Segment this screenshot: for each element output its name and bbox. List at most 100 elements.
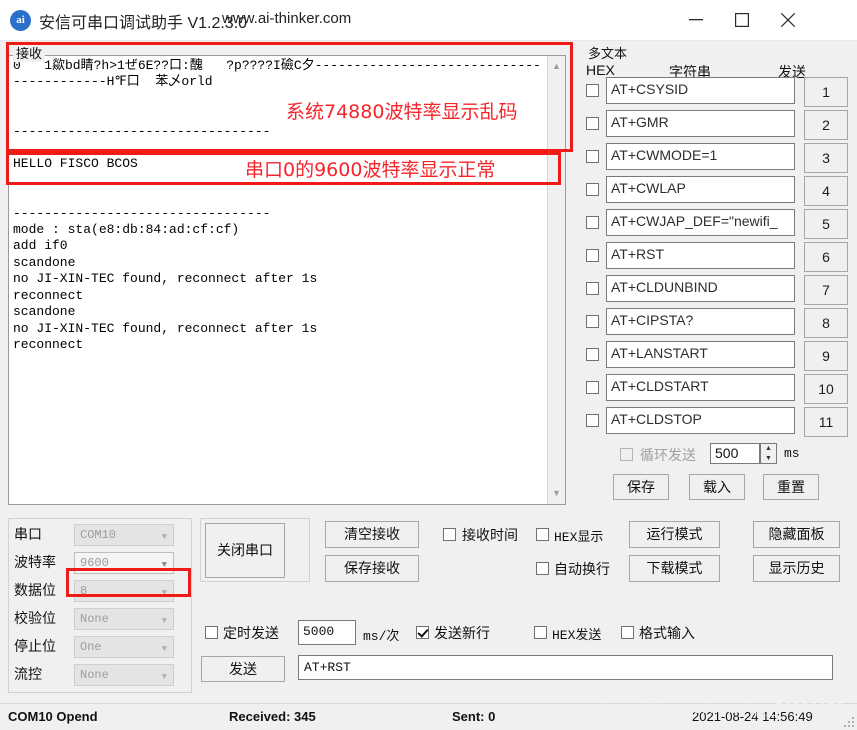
loop-send-label: 循环发送 bbox=[640, 447, 696, 463]
maximize-icon bbox=[735, 13, 749, 27]
hide-panel-button[interactable]: 隐藏面板 bbox=[753, 521, 840, 548]
close-button[interactable] bbox=[765, 0, 811, 40]
scroll-up-arrow-icon[interactable]: ▲ bbox=[548, 58, 565, 75]
command-send-button[interactable]: 3 bbox=[804, 143, 848, 173]
hex-send-label: HEX发送 bbox=[552, 628, 602, 643]
status-sent: Sent: 0 bbox=[452, 709, 496, 724]
command-send-button[interactable]: 11 bbox=[804, 407, 848, 437]
command-row: AT+LANSTART 9 bbox=[584, 341, 850, 372]
timed-send-checkbox[interactable] bbox=[205, 626, 218, 639]
format-input-checkbox[interactable] bbox=[621, 626, 634, 639]
command-send-button[interactable]: 7 bbox=[804, 275, 848, 305]
save-preset-button[interactable]: 保存 bbox=[613, 474, 669, 500]
command-text-input[interactable]: AT+CLDSTOP bbox=[606, 407, 795, 434]
send-button[interactable]: 发送 bbox=[201, 656, 285, 682]
chevron-down-icon: ▼ bbox=[161, 616, 167, 626]
command-text-input[interactable]: AT+LANSTART bbox=[606, 341, 795, 368]
multitext-group-label: 多文本 bbox=[588, 46, 628, 61]
command-row: AT+CWMODE=1 3 bbox=[584, 143, 850, 174]
command-hex-checkbox[interactable] bbox=[586, 117, 599, 130]
command-text-input[interactable]: AT+CWLAP bbox=[606, 176, 795, 203]
command-row: AT+CLDSTART 10 bbox=[584, 374, 850, 405]
command-hex-checkbox[interactable] bbox=[586, 282, 599, 295]
command-send-button[interactable]: 6 bbox=[804, 242, 848, 272]
serial-setting-select[interactable]: COM10 ▼ bbox=[74, 524, 174, 546]
command-text-input[interactable]: AT+CWJAP_DEF="newifi_ bbox=[606, 209, 795, 236]
load-preset-button[interactable]: 载入 bbox=[689, 474, 745, 500]
interval-unit-label: ms/次 bbox=[363, 629, 400, 644]
command-send-button[interactable]: 2 bbox=[804, 110, 848, 140]
command-hex-checkbox[interactable] bbox=[586, 183, 599, 196]
send-newline-checkbox[interactable] bbox=[416, 626, 429, 639]
send-newline-label: 发送新行 bbox=[434, 625, 490, 641]
receive-time-checkbox[interactable] bbox=[443, 528, 456, 541]
command-send-button[interactable]: 10 bbox=[804, 374, 848, 404]
hex-display-label: HEX显示 bbox=[554, 530, 604, 545]
annotation-text-normal: 串口0的9600波特率显示正常 bbox=[245, 159, 496, 181]
receive-scrollbar[interactable]: ▲ ▼ bbox=[547, 56, 565, 504]
command-hex-checkbox[interactable] bbox=[586, 315, 599, 328]
command-row: AT+CLDUNBIND 7 bbox=[584, 275, 850, 306]
command-row: AT+CLDSTOP 11 bbox=[584, 407, 850, 438]
command-text-input[interactable]: AT+CLDSTART bbox=[606, 374, 795, 401]
command-hex-checkbox[interactable] bbox=[586, 414, 599, 427]
serial-setting-value: None bbox=[80, 612, 109, 626]
download-mode-button[interactable]: 下载模式 bbox=[629, 555, 720, 582]
hex-send-checkbox[interactable] bbox=[534, 626, 547, 639]
serial-setting-select[interactable]: None ▼ bbox=[74, 608, 174, 630]
annotation-text-garbled: 系统74880波特率显示乱码 bbox=[286, 101, 518, 123]
stepper-down-icon[interactable]: ▼ bbox=[761, 454, 776, 463]
close-port-button[interactable]: 关闭串口 bbox=[205, 523, 285, 578]
hex-display-checkbox[interactable] bbox=[536, 528, 549, 541]
scroll-down-arrow-icon[interactable]: ▼ bbox=[548, 485, 565, 502]
stepper-up-icon[interactable]: ▲ bbox=[761, 444, 776, 453]
show-history-button[interactable]: 显示历史 bbox=[753, 555, 840, 582]
command-send-button[interactable]: 5 bbox=[804, 209, 848, 239]
command-hex-checkbox[interactable] bbox=[586, 348, 599, 361]
run-mode-button[interactable]: 运行模式 bbox=[629, 521, 720, 548]
serial-setting-select[interactable]: 8 ▼ bbox=[74, 580, 174, 602]
serial-setting-value: 9600 bbox=[80, 556, 109, 570]
serial-setting-label: 串口 bbox=[14, 526, 42, 542]
command-text-input[interactable]: AT+RST bbox=[606, 242, 795, 269]
command-hex-checkbox[interactable] bbox=[586, 216, 599, 229]
command-send-button[interactable]: 9 bbox=[804, 341, 848, 371]
command-hex-checkbox[interactable] bbox=[586, 150, 599, 163]
serial-setting-select[interactable]: None ▼ bbox=[74, 664, 174, 686]
serial-setting-value: COM10 bbox=[80, 528, 117, 542]
loop-unit-label: ms bbox=[784, 446, 800, 461]
serial-setting-select[interactable]: One ▼ bbox=[74, 636, 174, 658]
loop-interval-stepper[interactable]: ▲ ▼ bbox=[760, 443, 777, 464]
command-row: AT+CWJAP_DEF="newifi_ 5 bbox=[584, 209, 850, 240]
command-text-input[interactable]: AT+CLDUNBIND bbox=[606, 275, 795, 302]
command-row: AT+CSYSID 1 bbox=[584, 77, 850, 108]
clear-receive-button[interactable]: 清空接收 bbox=[325, 521, 419, 548]
save-receive-button[interactable]: 保存接收 bbox=[325, 555, 419, 582]
minimize-button[interactable] bbox=[673, 0, 719, 40]
serial-setting-row: 数据位 8 ▼ bbox=[0, 580, 192, 606]
command-text-input[interactable]: AT+GMR bbox=[606, 110, 795, 137]
command-row: AT+CWLAP 4 bbox=[584, 176, 850, 207]
command-send-button[interactable]: 1 bbox=[804, 77, 848, 107]
command-hex-checkbox[interactable] bbox=[586, 84, 599, 97]
receive-group-label: 接收 bbox=[13, 43, 46, 62]
serial-setting-select[interactable]: 9600 ▼ bbox=[74, 552, 174, 574]
command-text-input[interactable]: AT+CIPSTA? bbox=[606, 308, 795, 335]
timed-send-interval-input[interactable]: 5000 bbox=[298, 620, 356, 645]
resize-grip[interactable] bbox=[844, 717, 854, 727]
reset-preset-button[interactable]: 重置 bbox=[763, 474, 819, 500]
auto-wrap-checkbox[interactable] bbox=[536, 562, 549, 575]
command-text-input[interactable]: AT+CWMODE=1 bbox=[606, 143, 795, 170]
serial-setting-row: 波特率 9600 ▼ bbox=[0, 552, 192, 578]
serial-setting-label: 停止位 bbox=[14, 638, 56, 654]
command-send-button[interactable]: 4 bbox=[804, 176, 848, 206]
command-hex-checkbox[interactable] bbox=[586, 381, 599, 394]
command-hex-checkbox[interactable] bbox=[586, 249, 599, 262]
loop-send-checkbox[interactable] bbox=[620, 448, 633, 461]
loop-interval-input[interactable]: 500 bbox=[710, 443, 760, 464]
send-text-input[interactable]: AT+RST bbox=[298, 655, 833, 680]
maximize-button[interactable] bbox=[719, 0, 765, 40]
command-text-input[interactable]: AT+CSYSID bbox=[606, 77, 795, 104]
command-send-button[interactable]: 8 bbox=[804, 308, 848, 338]
receive-time-label: 接收时间 bbox=[462, 527, 518, 543]
